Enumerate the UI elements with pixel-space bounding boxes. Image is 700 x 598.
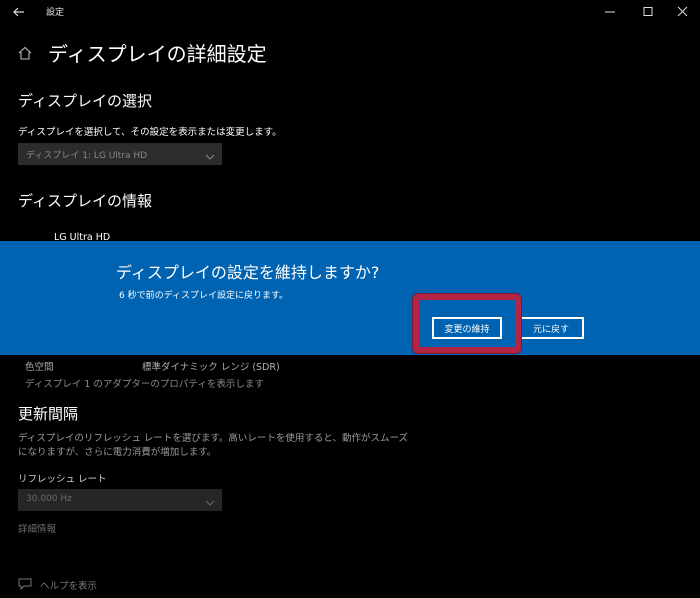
display-select-value: ディスプレイ 1: LG Ultra HD [26,151,148,161]
refresh-heading: 更新間隔 [18,405,79,423]
window-title: 設定 [46,8,65,18]
dialog-countdown-message: 6 秒で前のディスプレイ設定に戻ります。 [119,291,289,301]
select-display-heading: ディスプレイの選択 [18,92,152,110]
color-space-label: 色空間 [25,362,54,373]
back-arrow-icon[interactable] [10,3,28,21]
maximize-icon[interactable] [630,0,666,24]
keep-settings-dialog: ディスプレイの設定を維持しますか? 6 秒で前のディスプレイ設定に戻ります。 変… [0,241,700,355]
color-space-value: 標準ダイナミック レンジ (SDR) [142,362,280,373]
refresh-rate-value: 30.000 Hz [26,494,72,504]
minimize-icon[interactable] [592,0,628,24]
refresh-description-line1: ディスプレイのリフレッシュ レートを選びます。高いレートを使用すると、動作がスム… [18,433,409,444]
display-info-heading: ディスプレイの情報 [18,192,152,210]
help-link[interactable]: ヘルプを表示 [40,578,97,592]
chevron-down-icon [204,494,216,506]
select-display-description: ディスプレイを選択して、その設定を表示または変更します。 [18,127,282,138]
settings-window: 設定 ディスプレイの詳細設定 ディスプレイの選択 ディスプレイを選択して、その設… [0,0,700,598]
help-chat-icon [17,576,33,591]
revert-button[interactable]: 元に戻す [518,317,584,339]
page-title: ディスプレイの詳細設定 [48,42,267,66]
refresh-rate-label: リフレッシュ レート [18,474,107,485]
display-select-dropdown[interactable]: ディスプレイ 1: LG Ultra HD [18,143,222,165]
details-link[interactable]: 詳細情報 [18,521,56,535]
chevron-down-icon [204,148,216,160]
close-icon[interactable] [664,0,700,24]
keep-button-highlight [413,294,521,353]
dialog-title: ディスプレイの設定を維持しますか? [116,263,380,282]
refresh-description-line2: になりますが、さらに電力消費が増加します。 [18,447,217,458]
title-bar: 設定 [0,0,700,24]
adapter-properties-link[interactable]: ディスプレイ 1 のアダプターのプロパティを表示します [25,376,264,390]
home-icon[interactable] [17,45,33,61]
refresh-rate-dropdown[interactable]: 30.000 Hz [18,489,222,511]
